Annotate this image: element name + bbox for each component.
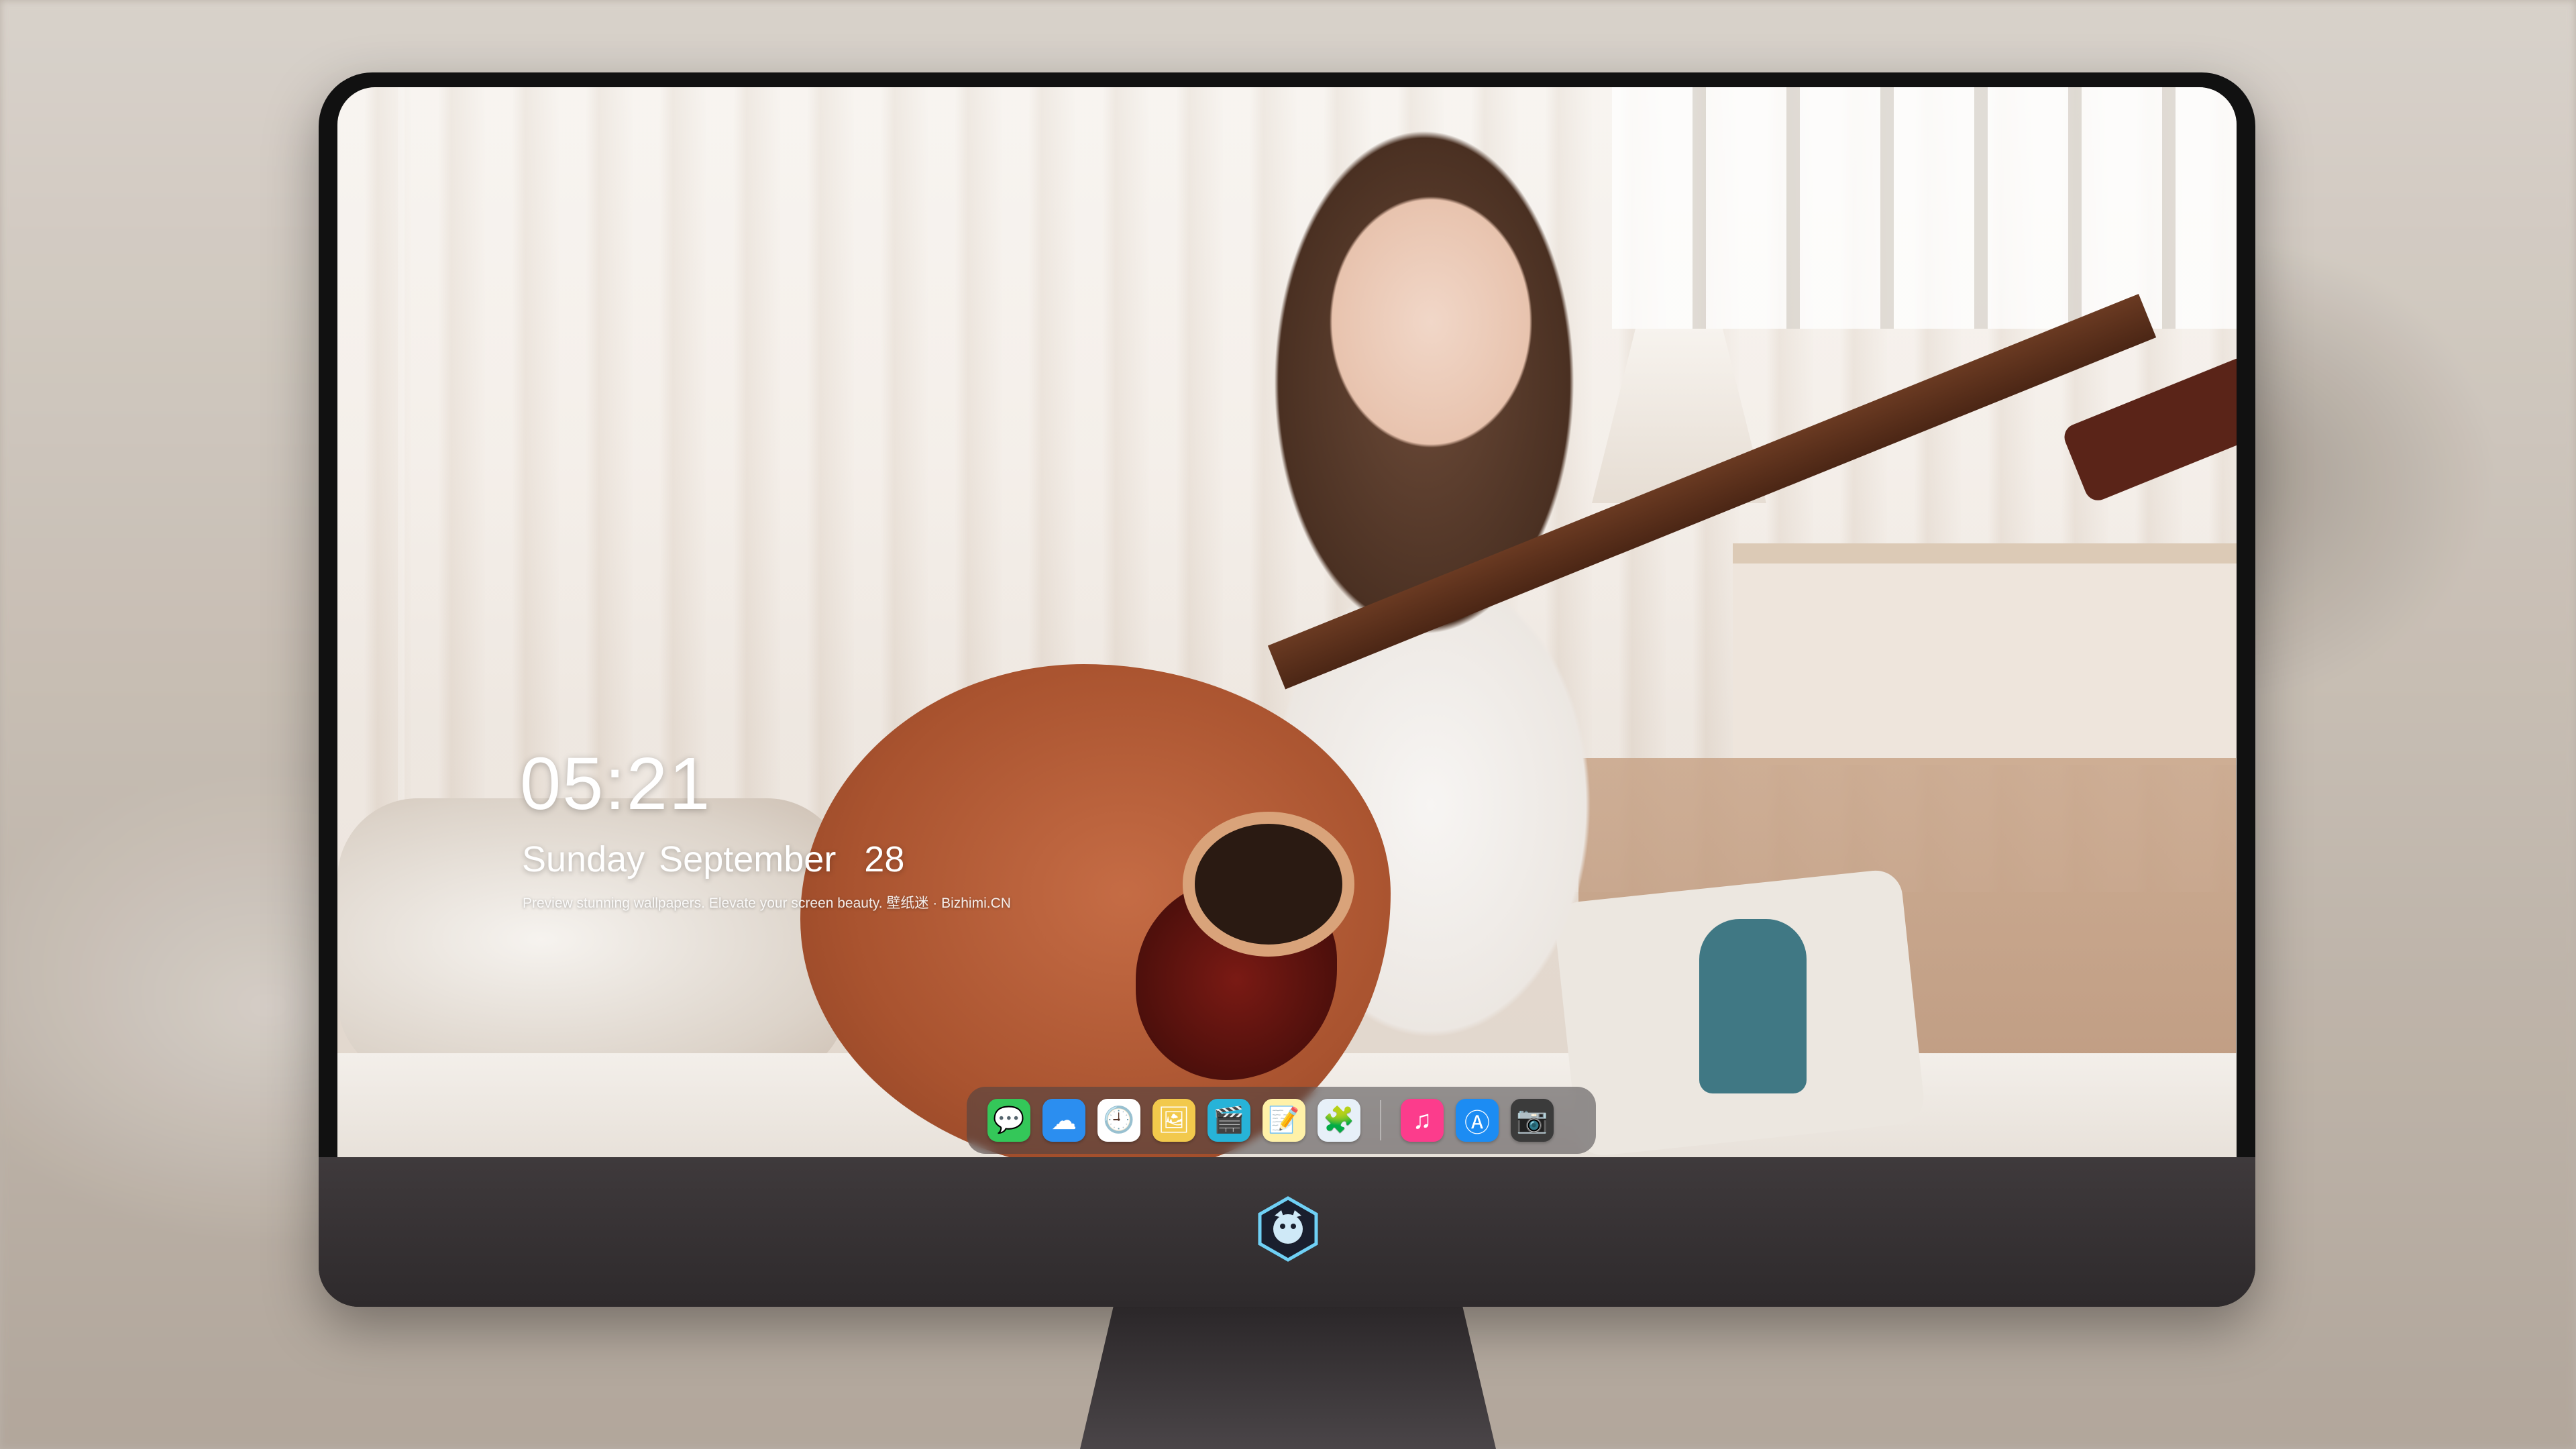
clips-icon[interactable]: 🎬: [1208, 1099, 1250, 1142]
photo-booth-icon[interactable]: 🧩: [1318, 1099, 1360, 1142]
clock-icon[interactable]: 🕘: [1097, 1099, 1140, 1142]
notes-icon[interactable]: 📝: [1263, 1099, 1305, 1142]
messages-icon[interactable]: 💬: [987, 1099, 1030, 1142]
lockscreen-date: Sunday September 28: [522, 839, 905, 879]
monitor-chin: [319, 1157, 2255, 1307]
dock: 💬 ☁ 🕘 🖼 🎬 📝 🧩 ♫ Ⓐ 📷: [967, 1087, 1596, 1154]
weather-icon[interactable]: ☁: [1042, 1099, 1085, 1142]
preview-icon[interactable]: 🖼: [1152, 1099, 1195, 1142]
music-icon[interactable]: ♫: [1401, 1099, 1444, 1142]
app-store-icon[interactable]: Ⓐ: [1456, 1099, 1499, 1142]
desktop-screen: 05:21 Sunday September 28 Preview stunni…: [337, 87, 2237, 1157]
lockscreen-time: 05:21: [520, 743, 712, 825]
lockscreen-caption: Preview stunning wallpapers. Elevate you…: [523, 896, 1011, 911]
wallpaper-window: [1612, 87, 2237, 329]
wallpaper-guitar-soundhole: [1183, 812, 1354, 957]
brand-logo-icon: [1258, 1196, 1318, 1262]
camera-icon[interactable]: 📷: [1511, 1099, 1554, 1142]
dock-separator: [1380, 1100, 1381, 1140]
wallpaper-deer-print: [1699, 919, 1807, 1093]
monitor: 05:21 Sunday September 28 Preview stunni…: [319, 72, 2255, 1307]
monitor-stand: [1080, 1307, 1496, 1449]
wallpaper-desk: [1733, 543, 2237, 765]
